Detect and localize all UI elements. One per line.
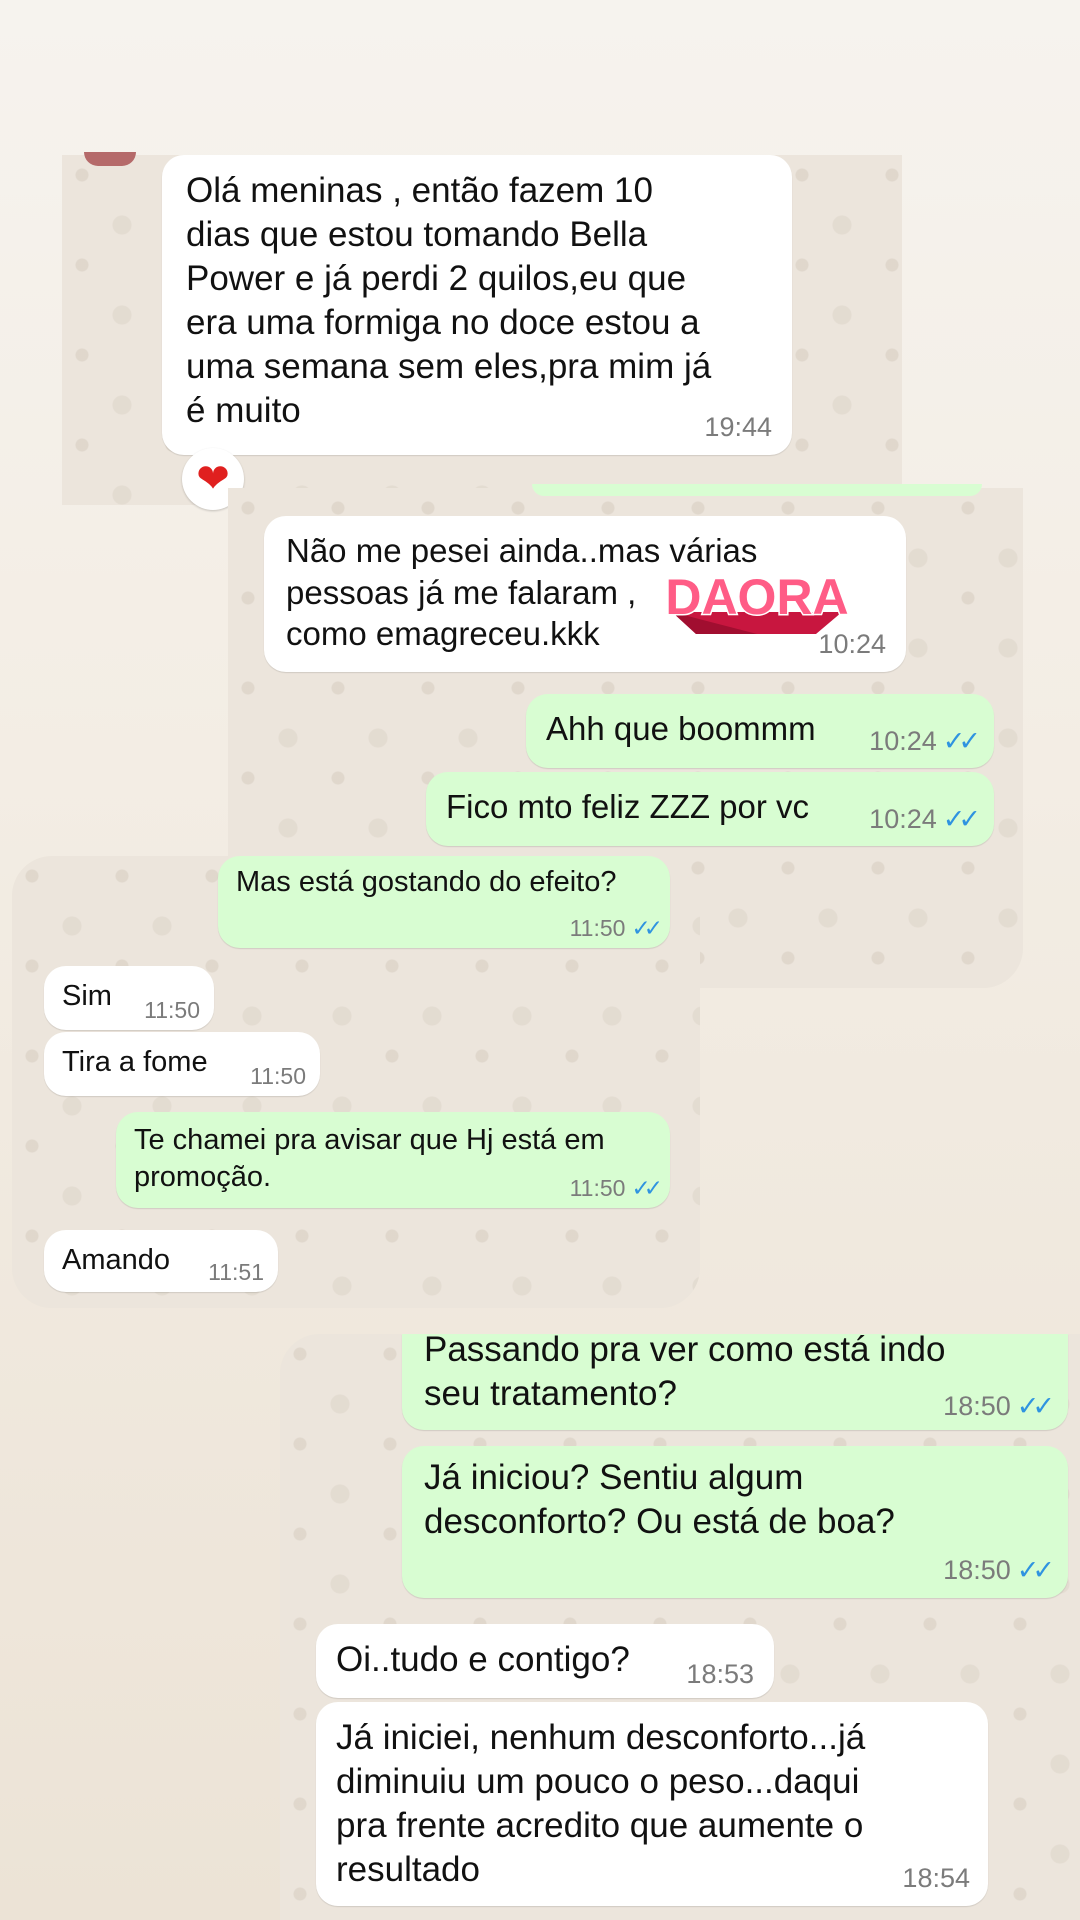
message-time: 11:50 ✓✓ — [569, 915, 663, 942]
message-time: 10:24 ✓✓ — [869, 804, 981, 835]
message-text: Já iniciou? Sentiu algum desconforto? Ou… — [424, 1458, 895, 1542]
message-bubble-outgoing[interactable]: Mas está gostando do efeito? 11:50 ✓✓ — [218, 856, 670, 948]
message-bubble-outgoing-cropped — [532, 484, 982, 496]
message-time: 18:50 ✓✓ — [943, 1555, 1055, 1586]
sticker-text: DAORA — [666, 569, 848, 625]
message-time-label: 18:50 — [943, 1391, 1011, 1421]
message-text: Amando — [62, 1244, 171, 1276]
avatar — [84, 152, 136, 166]
message-time: 18:50 ✓✓ — [943, 1391, 1055, 1422]
double-check-icon: ✓✓ — [631, 915, 662, 941]
message-text: Te chamei pra avisar que Hj está em prom… — [134, 1124, 605, 1193]
message-time: 11:51 — [208, 1259, 264, 1285]
message-text: Olá meninas , então fazem 10 dias que es… — [186, 171, 712, 431]
message-time-label: 18:50 — [943, 1555, 1011, 1585]
message-text: Passando pra ver como está indo seu trat… — [424, 1330, 946, 1414]
message-text: Oi..tudo e contigo? — [336, 1640, 630, 1679]
message-bubble-outgoing[interactable]: Ahh que boommm 10:24 ✓✓ — [526, 694, 994, 768]
message-bubble-outgoing[interactable]: Fico mto feliz ZZZ por vc 10:24 ✓✓ — [426, 772, 994, 846]
message-time: 18:53 — [686, 1659, 754, 1689]
message-time: 11:50 — [250, 1063, 306, 1089]
message-bubble-incoming[interactable]: Sim 11:50 — [44, 966, 214, 1030]
message-time-label: 11:50 — [569, 915, 626, 941]
message-bubble-outgoing[interactable]: Já iniciou? Sentiu algum desconforto? Ou… — [402, 1446, 1068, 1598]
message-text: Já iniciei, nenhum desconforto...já dimi… — [336, 1718, 866, 1890]
message-text: Sim — [62, 980, 112, 1012]
message-time: 19:44 — [704, 412, 772, 442]
message-time-label: 10:24 — [869, 726, 937, 756]
message-time: 18:54 — [902, 1863, 970, 1893]
message-bubble-outgoing[interactable]: Te chamei pra avisar que Hj está em prom… — [116, 1112, 670, 1208]
message-text: Tira a fome — [62, 1046, 208, 1078]
message-time-label: 10:24 — [869, 804, 937, 834]
double-check-icon: ✓✓ — [942, 726, 981, 756]
message-time: 11:50 ✓✓ — [569, 1175, 663, 1202]
message-text: Ahh que boommm — [546, 710, 816, 747]
message-text: Fico mto feliz ZZZ por vc — [446, 788, 810, 825]
message-bubble-incoming[interactable]: Olá meninas , então fazem 10 dias que es… — [162, 155, 792, 455]
message-bubble-outgoing[interactable]: Passando pra ver como está indo seu trat… — [402, 1330, 1068, 1430]
message-time-label: 11:50 — [569, 1175, 626, 1201]
double-check-icon: ✓✓ — [1016, 1555, 1055, 1585]
message-bubble-incoming[interactable]: Tira a fome 11:50 — [44, 1032, 320, 1096]
double-check-icon: ✓✓ — [1016, 1391, 1055, 1421]
message-time: 10:24 ✓✓ — [869, 726, 981, 757]
message-text: Mas está gostando do efeito? — [236, 866, 617, 898]
message-time: 11:50 — [144, 997, 200, 1023]
message-bubble-incoming[interactable]: Já iniciei, nenhum desconforto...já dimi… — [316, 1702, 988, 1906]
message-bubble-incoming[interactable]: Oi..tudo e contigo? 18:53 — [316, 1624, 774, 1698]
double-check-icon: ✓✓ — [942, 804, 981, 834]
double-check-icon: ✓✓ — [631, 1175, 662, 1201]
message-bubble-incoming[interactable]: Amando 11:51 — [44, 1230, 278, 1292]
daora-sticker: DAORA — [666, 568, 848, 634]
